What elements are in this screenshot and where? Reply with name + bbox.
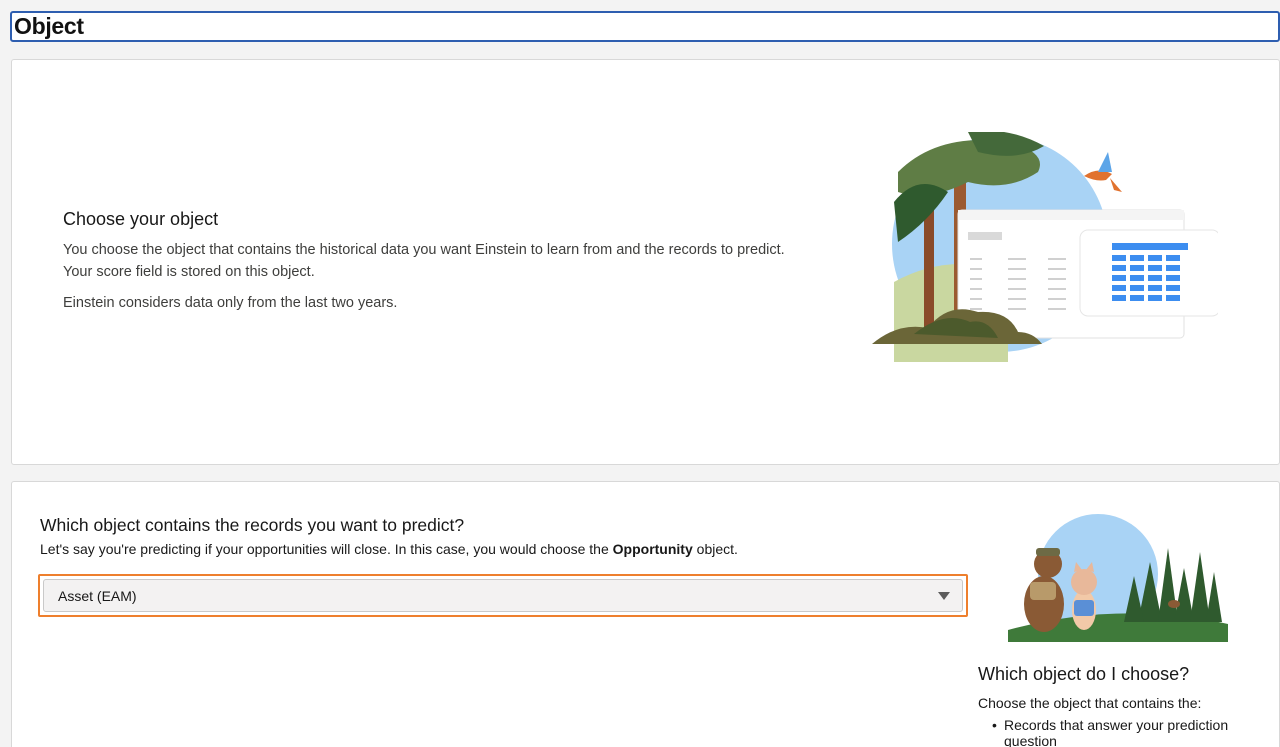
- dashboard-landscape-illustration: [872, 132, 1218, 362]
- intro-paragraph-1: You choose the object that contains the …: [63, 242, 785, 280]
- help-list-item: Records that answer your prediction ques…: [992, 717, 1268, 747]
- help-text: Choose the object that contains the: Rec…: [978, 695, 1268, 747]
- mascots-forest-illustration: [1008, 514, 1228, 642]
- intro-title: Choose your object: [63, 209, 219, 229]
- question-hint-object: Opportunity: [612, 541, 693, 557]
- question-hint-suffix: object.: [692, 541, 738, 557]
- question-block: Which object contains the records you wa…: [40, 515, 960, 557]
- question-hint-prefix: Let's say you're predicting if your oppo…: [40, 541, 613, 557]
- help-list: Records that answer your prediction ques…: [978, 717, 1268, 747]
- object-select[interactable]: Asset (EAM): [43, 579, 963, 612]
- help-intro: Choose the object that contains the:: [978, 695, 1202, 711]
- intro-paragraph-2: Einstein considers data only from the la…: [63, 295, 398, 311]
- page-title: Object: [14, 13, 84, 39]
- object-select-focus-ring: Asset (EAM): [38, 574, 968, 617]
- object-select-value: Asset (EAM): [58, 587, 137, 604]
- page-header: Object: [10, 11, 1280, 42]
- intro-card: Choose your object You choose the object…: [11, 59, 1280, 465]
- question-title: Which object contains the records you wa…: [40, 515, 465, 535]
- intro-text: Choose your object You choose the object…: [63, 209, 813, 314]
- object-selection-card: Which object contains the records you wa…: [11, 481, 1280, 747]
- chevron-down-icon[interactable]: [938, 591, 950, 600]
- help-title: Which object do I choose?: [978, 664, 1190, 684]
- question-hint: Let's say you're predicting if your oppo…: [40, 541, 960, 557]
